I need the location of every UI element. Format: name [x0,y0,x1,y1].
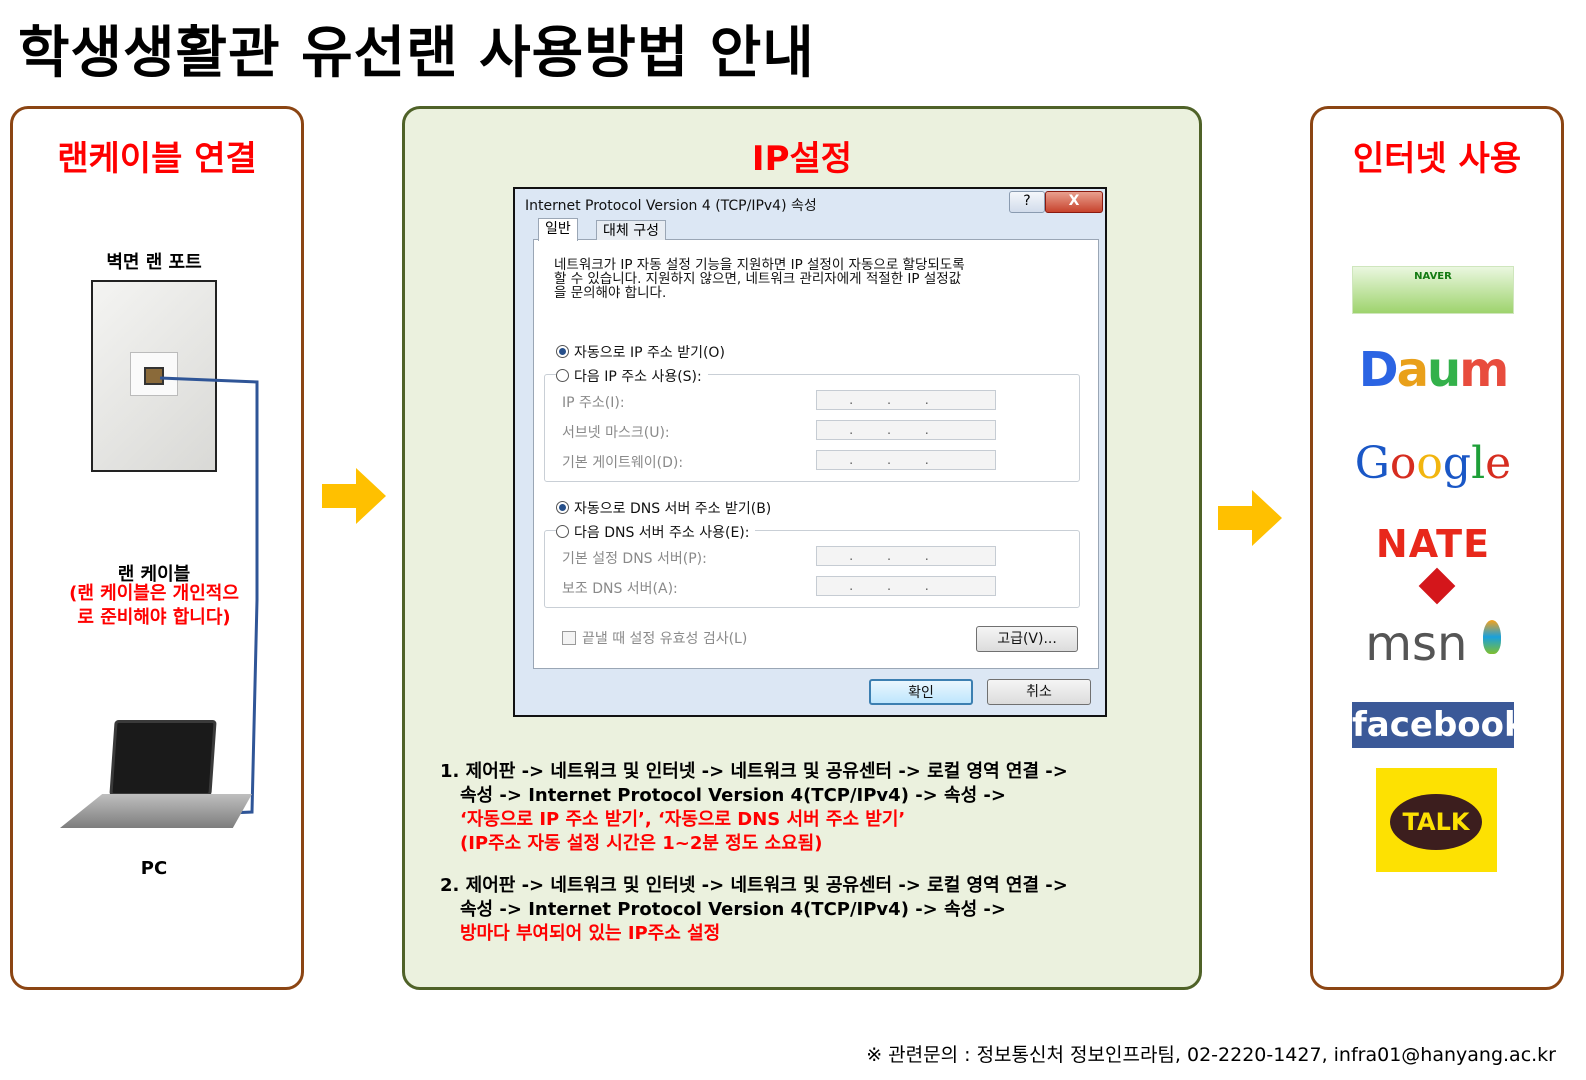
description-line1: 네트워크가 IP 자동 설정 기능을 지원하면 IP 설정이 자동으로 할당되도… [554,257,965,273]
validate-settings-label: 끝낼 때 설정 유효성 검사(L) [582,631,748,647]
dialog-frame: Internet Protocol Version 4 (TCP/IPv4) 속… [515,189,1105,715]
naver-logo: NAVER [1352,266,1514,314]
advanced-button[interactable]: 고급(V)... [976,626,1078,652]
facebook-logo: facebook [1352,702,1527,748]
step2-line3: 방마다 부여되어 있는 IP주소 설정 [460,923,721,944]
msn-butterfly-icon [1482,620,1501,654]
radio-selected-icon [556,501,569,514]
ipv4-properties-dialog: Internet Protocol Version 4 (TCP/IPv4) 속… [513,187,1107,717]
dialog-tab-content: 일반 대체 구성 네트워크가 IP 자동 설정 기능을 지원하면 IP 설정이 … [533,218,1099,669]
msn-logo-text: msn [1365,616,1468,672]
ip-settings-heading: IP설정 [751,139,853,179]
step2-line1: 2. 제어판 -> 네트워크 및 인터넷 -> 네트워크 및 공유센터 -> 로… [440,875,1068,896]
step1-line3: ‘자동으로 IP 주소 받기’, ‘자동으로 DNS 서버 주소 받기’ [460,809,906,830]
internet-use-heading: 인터넷 사용 [1352,139,1522,179]
nate-cube-icon [1418,567,1456,605]
subnet-mask-field[interactable]: ... [816,420,996,440]
google-logo: Google [1354,438,1512,489]
cable-note: (랜 케이블은 개인적으 로 준비해야 합니다) [30,582,278,630]
step1-line1: 1. 제어판 -> 네트워크 및 인터넷 -> 네트워크 및 공유센터 -> 로… [440,761,1068,782]
radio-selected-icon [556,345,569,358]
nate-logo: NATE [1352,522,1514,610]
dialog-title: Internet Protocol Version 4 (TCP/IPv4) 속… [525,198,817,214]
description-line2: 할 수 있습니다. 지원하지 않으면, 네트워크 관리자에게 적절한 IP 설정… [554,271,962,287]
ip-address-field[interactable]: ... [816,390,996,410]
pc-label: PC [140,858,168,879]
preferred-dns-label: 기본 설정 DNS 서버(P): [562,551,707,567]
radio-auto-ip-label: 자동으로 IP 주소 받기(O) [574,345,725,361]
description-line3: 을 문의해야 합니다. [554,285,667,301]
step2-line2: 속성 -> Internet Protocol Version 4(TCP/IP… [460,899,1006,920]
cable-note-line2: 로 준비해야 합니다) [77,607,231,628]
help-button[interactable]: ? [1009,191,1045,213]
radio-auto-dns[interactable]: 자동으로 DNS 서버 주소 받기(B) [556,498,771,518]
default-gateway-label: 기본 게이트웨이(D): [562,455,684,471]
radio-manual-ip-label: 다음 IP 주소 사용(S): [574,369,702,385]
cable-note-line1: (랜 케이블은 개인적으 [69,583,239,604]
close-button[interactable]: X [1045,191,1103,213]
laptop-icon [109,720,217,796]
naver-logo-text: NAVER [1414,271,1452,282]
nate-logo-text: NATE [1375,522,1491,566]
step1-line4: (IP주소 자동 설정 시간은 1~2분 정도 소요됨) [460,833,823,854]
right-arrow-icon [322,468,386,524]
dialog-description: 네트워크가 IP 자동 설정 기능을 지원하면 IP 설정이 자동으로 할당되도… [554,258,1074,300]
radio-auto-ip[interactable]: 자동으로 IP 주소 받기(O) [556,342,725,362]
ip-address-label: IP 주소(I): [562,395,625,411]
contact-footer: ※ 관련문의 : 정보통신처 정보인프라팀, 02-2220-1427, inf… [866,1044,1556,1066]
cancel-button[interactable]: 취소 [987,679,1091,705]
right-arrow-icon [1218,490,1282,546]
checkbox-icon [562,631,576,645]
msn-logo: msn [1352,616,1514,672]
tab-general[interactable]: 일반 [538,218,578,241]
radio-manual-dns[interactable]: 다음 DNS 서버 주소 사용(E): [556,522,756,542]
subnet-mask-label: 서브넷 마스크(U): [562,425,670,441]
radio-unselected-icon [556,525,569,538]
radio-manual-dns-label: 다음 DNS 서버 주소 사용(E): [574,525,750,541]
instruction-step-2: 2. 제어판 -> 네트워크 및 인터넷 -> 네트워크 및 공유센터 -> 로… [440,874,1068,946]
radio-manual-ip[interactable]: 다음 IP 주소 사용(S): [556,366,708,386]
radio-unselected-icon [556,369,569,382]
radio-auto-dns-label: 자동으로 DNS 서버 주소 받기(B) [574,501,772,517]
preferred-dns-field[interactable]: ... [816,546,996,566]
validate-settings-checkbox[interactable]: 끝낼 때 설정 유효성 검사(L) [562,628,747,648]
instruction-step-1: 1. 제어판 -> 네트워크 및 인터넷 -> 네트워크 및 공유센터 -> 로… [440,760,1068,856]
kakaotalk-logo-text: TALK [1390,794,1482,850]
default-gateway-field[interactable]: ... [816,450,996,470]
daum-logo: Daum [1358,342,1509,398]
step1-line2: 속성 -> Internet Protocol Version 4(TCP/IP… [460,785,1006,806]
tab-alternate-config[interactable]: 대체 구성 [596,220,666,240]
ok-button[interactable]: 확인 [869,679,973,705]
alternate-dns-field[interactable]: ... [816,576,996,596]
alternate-dns-label: 보조 DNS 서버(A): [562,581,678,597]
kakaotalk-logo: TALK [1376,768,1497,872]
